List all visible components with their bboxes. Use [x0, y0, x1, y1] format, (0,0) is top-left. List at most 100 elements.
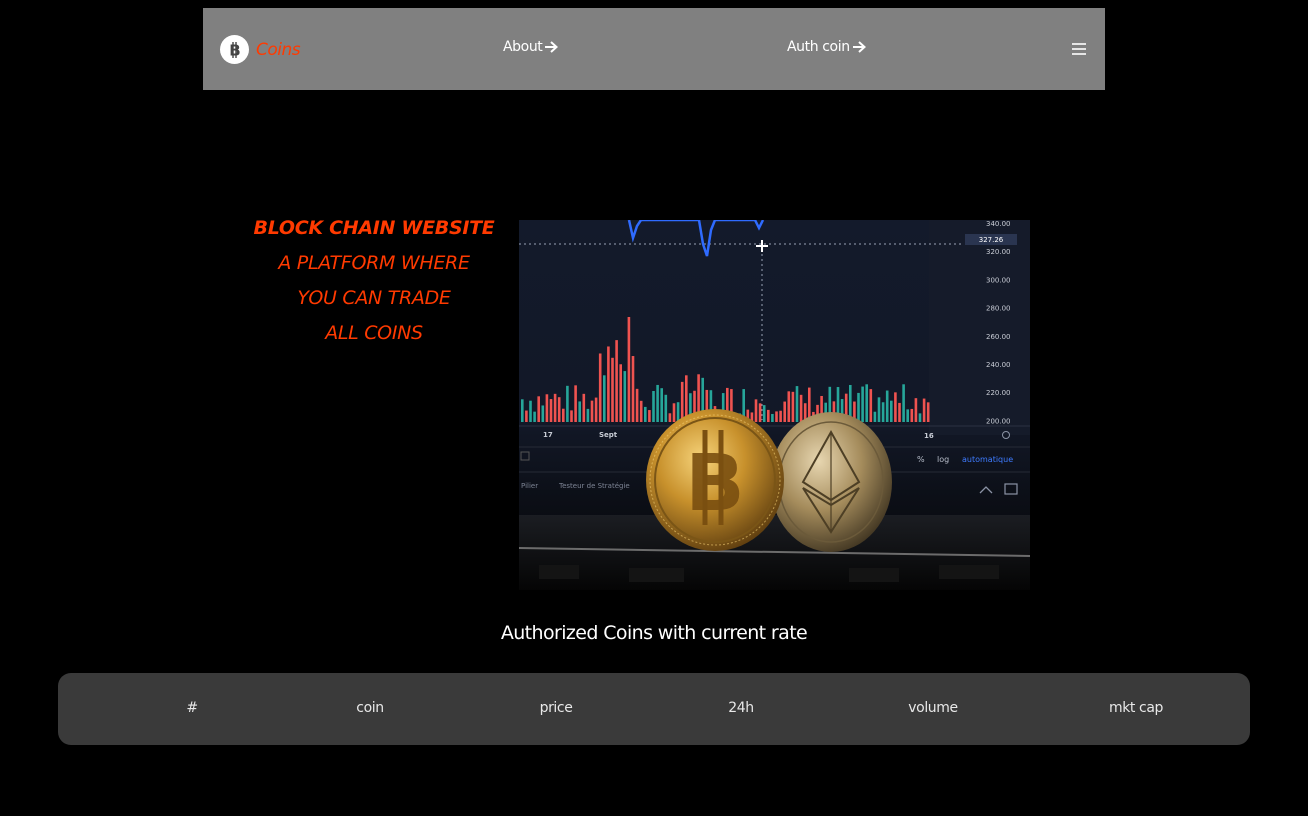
column-header-volume[interactable]: volume [908, 700, 958, 716]
candle [906, 409, 909, 422]
candle [762, 405, 766, 422]
bitcoin-icon: B [220, 35, 249, 64]
candle [639, 400, 643, 422]
candle [644, 406, 647, 422]
brand[interactable]: B Coins [220, 35, 301, 64]
candle [771, 413, 774, 422]
candle [783, 401, 786, 422]
candle [754, 399, 758, 422]
candle [672, 403, 676, 422]
ethereum-coin-icon [770, 412, 892, 552]
candle [586, 408, 590, 422]
price-tick: 200.00 [986, 417, 1011, 425]
svg-text:B: B [685, 439, 744, 529]
svg-text:B: B [229, 41, 240, 59]
candle [652, 391, 655, 422]
price-tick: 240.00 [986, 361, 1011, 369]
nav-link-about[interactable]: About [503, 39, 559, 55]
candle [541, 405, 545, 422]
column-header-24h[interactable]: 24h [728, 700, 754, 716]
price-tick: 320.00 [986, 248, 1011, 256]
column-header-rank[interactable]: # [186, 700, 198, 716]
chart-log-toggle: log [937, 455, 949, 464]
candle [594, 397, 598, 422]
candle [664, 394, 668, 422]
candle [791, 391, 795, 422]
column-header-market-cap[interactable]: mkt cap [1109, 700, 1163, 716]
coin-table-header: # coin price 24h volume mkt cap [58, 673, 1250, 745]
candle [656, 384, 659, 422]
nav-link-about-label: About [503, 39, 543, 55]
nav-link-auth-coin[interactable]: Auth coin [787, 39, 866, 55]
candle [861, 386, 864, 422]
candle [775, 411, 778, 422]
candle [767, 409, 770, 422]
candle [619, 364, 622, 422]
candle [877, 397, 881, 422]
candle [574, 385, 577, 422]
candle [631, 356, 635, 422]
chart-percent-toggle: % [917, 455, 925, 464]
date-tick: 16 [924, 432, 934, 440]
candle [582, 393, 586, 422]
candle [922, 398, 926, 422]
candle [590, 400, 594, 422]
candle [570, 410, 573, 422]
hero-headline: BLOCK CHAIN WEBSITE [253, 217, 495, 239]
price-tick: 260.00 [986, 333, 1011, 341]
candle [578, 401, 581, 422]
candle [549, 399, 553, 422]
candle [537, 396, 540, 422]
candle [914, 398, 918, 422]
candle [902, 384, 905, 422]
candle [758, 403, 762, 422]
price-tick: 300.00 [986, 276, 1011, 284]
candle [779, 410, 782, 422]
candle [680, 381, 684, 422]
candle [910, 408, 914, 422]
date-tick: Sept [599, 431, 618, 439]
candle [615, 340, 618, 422]
candle [611, 357, 614, 422]
chart-auto-toggle: automatique [962, 455, 1013, 464]
candle [566, 385, 569, 422]
candle [607, 346, 610, 422]
column-header-coin[interactable]: coin [356, 700, 384, 716]
hero-image: 340.00 320.00 300.00 280.00 260.00 240.00 220.… [519, 220, 1030, 590]
bitcoin-coin-icon: B [646, 409, 784, 551]
candle [685, 375, 688, 422]
candle [787, 391, 791, 422]
candle [890, 400, 893, 422]
column-header-price[interactable]: price [540, 700, 573, 716]
candle [898, 402, 901, 422]
candle [869, 389, 873, 422]
date-tick: 17 [543, 431, 553, 439]
arrow-right-icon [852, 41, 866, 53]
price-flag: 327.26 [979, 236, 1004, 244]
candle [795, 386, 799, 422]
hero-line: ALL COINS [325, 322, 423, 344]
candle [598, 353, 602, 422]
price-tick: 280.00 [986, 305, 1011, 313]
candle [562, 408, 565, 422]
candle [881, 402, 885, 422]
candle [525, 410, 528, 422]
candle [865, 384, 868, 422]
candle [627, 317, 631, 422]
candle [557, 397, 561, 422]
candle [648, 410, 651, 422]
candle [521, 399, 524, 422]
hero-image-illustration: 340.00 320.00 300.00 280.00 260.00 240.00 220.… [519, 220, 1030, 590]
price-tick: 340.00 [986, 220, 1011, 228]
candle [545, 394, 549, 422]
candle [553, 393, 557, 422]
hamburger-menu-icon[interactable] [1072, 43, 1086, 55]
hero-line: YOU CAN TRADE [297, 287, 451, 309]
panel-tab: Testeur de Stratégie [558, 482, 630, 490]
candle [894, 392, 897, 422]
candle [885, 390, 889, 422]
candle [668, 413, 672, 422]
candle [926, 402, 930, 422]
candle [635, 388, 639, 422]
candle [799, 394, 803, 422]
